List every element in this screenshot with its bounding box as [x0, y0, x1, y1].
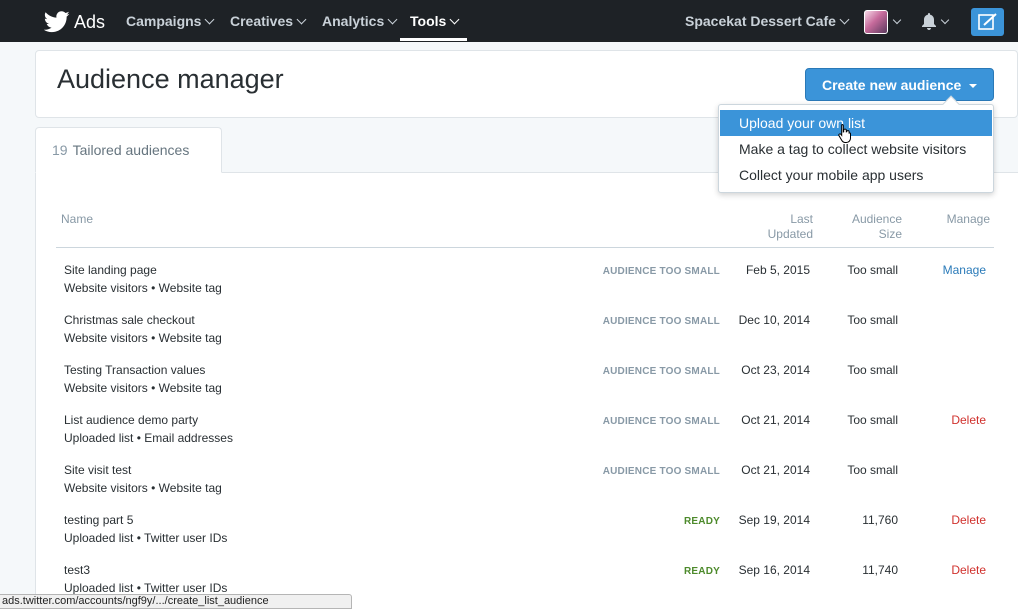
table-row[interactable]: testing part 5 Uploaded list • Twitter u…: [56, 505, 994, 555]
column-header-name[interactable]: Name: [61, 212, 93, 227]
column-header-size-line2: Size: [878, 227, 902, 241]
top-nav: Ads Campaigns Creatives Analytics Tools …: [0, 0, 1018, 42]
nav-tools[interactable]: Tools: [410, 0, 460, 42]
account-switcher[interactable]: Spacekat Dessert Cafe: [685, 0, 850, 42]
last-updated: Oct 21, 2014: [741, 463, 810, 477]
menu-item-mobile-app[interactable]: Collect your mobile app users: [720, 162, 992, 188]
column-header-last-updated[interactable]: Last Updated: [752, 212, 813, 242]
avatar[interactable]: [864, 10, 888, 34]
chevron-down-icon[interactable]: [892, 15, 902, 25]
create-new-audience-label: Create new audience: [822, 76, 962, 93]
account-name: Spacekat Dessert Cafe: [685, 13, 836, 29]
nav-analytics-label: Analytics: [322, 13, 385, 29]
status-url-bar: ads.twitter.com/accounts/ngf9y/.../creat…: [0, 594, 352, 609]
nav-tools-label: Tools: [410, 13, 447, 29]
nav-analytics[interactable]: Analytics: [322, 0, 398, 42]
audience-type: Website visitors • Website tag: [64, 481, 222, 495]
last-updated: Sep 19, 2014: [738, 513, 810, 527]
nav-campaigns[interactable]: Campaigns: [126, 0, 215, 42]
audience-type: Uploaded list • Twitter user IDs: [64, 531, 228, 545]
create-new-audience-button[interactable]: Create new audience: [805, 68, 994, 101]
status-badge: READY: [683, 566, 720, 577]
last-updated: Oct 23, 2014: [741, 363, 810, 377]
audience-size: Too small: [847, 363, 898, 377]
column-header-manage: Manage: [946, 212, 990, 226]
chevron-down-icon: [387, 14, 398, 24]
chevron-down-icon[interactable]: [940, 15, 950, 25]
delete-link[interactable]: Delete: [951, 413, 986, 427]
brand-logo[interactable]: Ads: [44, 8, 105, 36]
page-title: Audience manager: [57, 64, 284, 94]
table-row[interactable]: Site visit test Website visitors • Websi…: [56, 455, 994, 505]
status-badge: AUDIENCE TOO SMALL: [602, 366, 720, 377]
audience-name[interactable]: Site visit test: [64, 463, 131, 477]
nav-creatives-label: Creatives: [230, 13, 294, 29]
compose-icon: [977, 13, 997, 30]
chevron-down-icon: [839, 14, 850, 24]
chevron-down-icon: [449, 14, 460, 24]
compose-button[interactable]: [971, 8, 1004, 36]
last-updated: Sep 16, 2014: [738, 563, 810, 577]
menu-item-website-tag[interactable]: Make a tag to collect website visitors: [720, 136, 992, 162]
audience-name[interactable]: List audience demo party: [64, 413, 198, 427]
caret-down-icon: [969, 84, 977, 88]
audience-type: Website visitors • Website tag: [64, 281, 222, 295]
column-header-size-line1: Audience: [851, 212, 902, 226]
status-badge: AUDIENCE TOO SMALL: [602, 266, 720, 277]
column-header-audience-size[interactable]: Audience Size: [836, 212, 902, 242]
status-badge: AUDIENCE TOO SMALL: [602, 316, 720, 327]
last-updated: Dec 10, 2014: [738, 313, 810, 327]
audience-name[interactable]: Site landing page: [64, 263, 157, 277]
audience-type: Uploaded list • Email addresses: [64, 431, 233, 445]
tab-tailored-audiences[interactable]: 19 Tailored audiences: [35, 127, 222, 173]
create-audience-dropdown: Upload your own list Make a tag to colle…: [718, 95, 994, 193]
last-updated: Feb 5, 2015: [745, 263, 810, 277]
twitter-bird-icon: [44, 11, 70, 33]
column-header-last-updated-line1: Last: [790, 212, 813, 226]
status-badge: AUDIENCE TOO SMALL: [602, 416, 720, 427]
audience-type: Uploaded list • Twitter user IDs: [64, 581, 228, 595]
hand-cursor-icon: [838, 123, 851, 143]
table-row[interactable]: Christmas sale checkout Website visitors…: [56, 305, 994, 355]
nav-creatives[interactable]: Creatives: [230, 0, 307, 42]
audience-name[interactable]: Testing Transaction values: [64, 363, 205, 377]
manage-link[interactable]: Manage: [943, 263, 986, 277]
delete-link[interactable]: Delete: [951, 563, 986, 577]
audience-type: Website visitors • Website tag: [64, 381, 222, 395]
tab-label: Tailored audiences: [72, 142, 190, 158]
audience-size: Too small: [847, 463, 898, 477]
nav-campaigns-label: Campaigns: [126, 13, 202, 29]
table-row[interactable]: List audience demo party Uploaded list •…: [56, 405, 994, 455]
audience-name[interactable]: testing part 5: [64, 513, 133, 527]
audience-name[interactable]: test3: [64, 563, 90, 577]
bell-icon[interactable]: [920, 12, 938, 30]
column-header-last-updated-line2: Updated: [767, 227, 813, 241]
chevron-down-icon: [296, 14, 307, 24]
audience-type: Website visitors • Website tag: [64, 331, 222, 345]
audience-name[interactable]: Christmas sale checkout: [64, 313, 195, 327]
chevron-down-icon: [205, 14, 215, 24]
audience-size: 11,760: [862, 513, 898, 527]
table-row[interactable]: Site landing page Website visitors • Web…: [56, 255, 994, 305]
last-updated: Oct 21, 2014: [741, 413, 810, 427]
brand-label: Ads: [74, 11, 106, 32]
audience-size: 11,740: [862, 563, 898, 577]
active-nav-indicator: [400, 38, 467, 41]
status-badge: AUDIENCE TOO SMALL: [602, 466, 720, 477]
menu-item-upload-list[interactable]: Upload your own list: [720, 110, 992, 136]
tab-count: 19: [52, 142, 68, 158]
status-badge: READY: [683, 516, 720, 527]
table-header-divider: [56, 247, 994, 248]
audience-size: Too small: [847, 263, 898, 277]
table-row[interactable]: Testing Transaction values Website visit…: [56, 355, 994, 405]
audience-size: Too small: [847, 413, 898, 427]
audience-size: Too small: [847, 313, 898, 327]
delete-link[interactable]: Delete: [951, 513, 986, 527]
